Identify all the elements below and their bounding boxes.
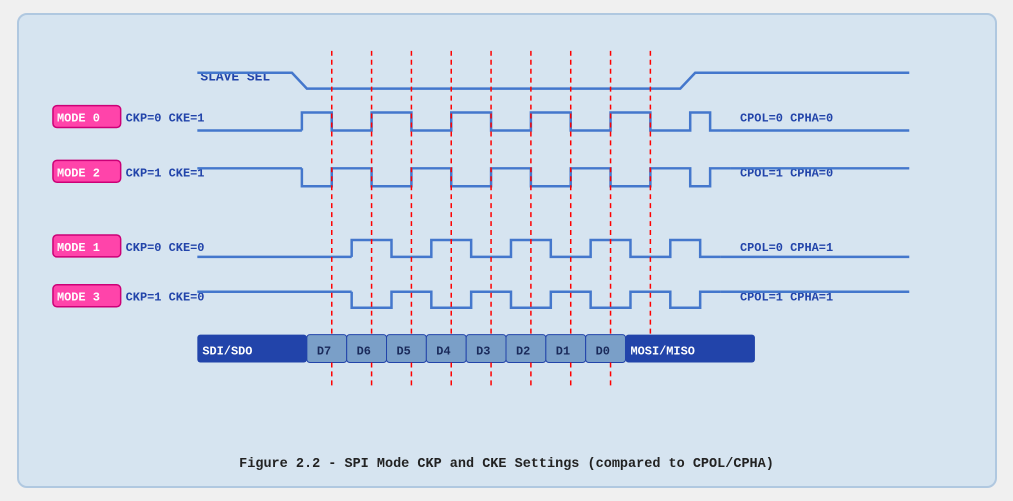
main-container: SLAVE SEL MODE 0 CKP=0 CKE=1 CPOL=0 CPHA… — [17, 13, 997, 488]
mode2-params: CKP=1 CKE=1 — [125, 166, 204, 180]
waveform-svg: SLAVE SEL MODE 0 CKP=0 CKE=1 CPOL=0 CPHA… — [43, 33, 971, 447]
mode0-badge-text: MODE 0 — [56, 112, 99, 126]
d4-label: D4 — [436, 345, 450, 359]
sdi-sdo-label: SDI/SDO — [202, 345, 252, 359]
mode1-params: CKP=0 CKE=0 — [125, 241, 204, 255]
d2-label: D2 — [515, 345, 529, 359]
d5-label: D5 — [396, 345, 410, 359]
mode0-params: CKP=0 CKE=1 — [125, 112, 204, 126]
waveform-container: SLAVE SEL MODE 0 CKP=0 CKE=1 CPOL=0 CPHA… — [43, 33, 971, 447]
d7-label: D7 — [316, 345, 330, 359]
d1-label: D1 — [555, 345, 569, 359]
mode1-badge-text: MODE 1 — [56, 241, 99, 255]
mode2-badge-text: MODE 2 — [56, 166, 99, 180]
mode0-cpol: CPOL=0 CPHA=0 — [739, 112, 832, 126]
d0-label: D0 — [595, 345, 609, 359]
figure-caption: Figure 2.2 - SPI Mode CKP and CKE Settin… — [43, 457, 971, 472]
d6-label: D6 — [356, 345, 370, 359]
mode1-cpol: CPOL=0 CPHA=1 — [739, 241, 832, 255]
mosi-miso-label: MOSI/MISO — [630, 345, 694, 359]
d3-label: D3 — [476, 345, 490, 359]
mode3-params: CKP=1 CKE=0 — [125, 291, 204, 305]
diagram-area: SLAVE SEL MODE 0 CKP=0 CKE=1 CPOL=0 CPHA… — [43, 33, 971, 472]
mode3-badge-text: MODE 3 — [56, 291, 99, 305]
